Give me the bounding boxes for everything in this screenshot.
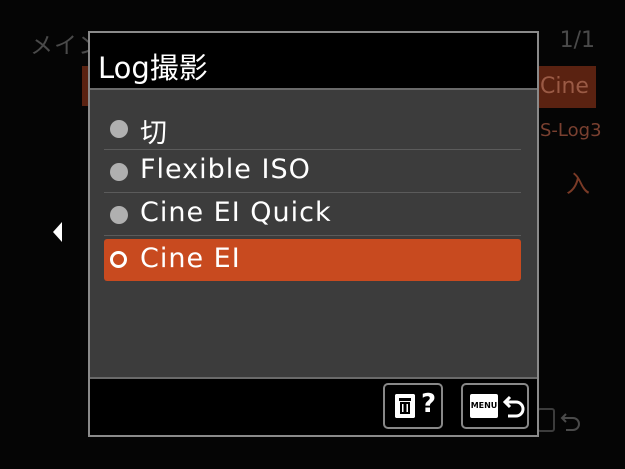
menu-badge-icon: MENU bbox=[470, 394, 498, 418]
menu-back-button[interactable]: MENU bbox=[461, 383, 529, 429]
background-row3-value: 入 bbox=[566, 170, 590, 198]
trash-icon bbox=[395, 394, 415, 418]
left-arrow-icon[interactable] bbox=[53, 222, 62, 242]
background-menu-icon bbox=[537, 408, 555, 432]
dialog-header: Log撮影 bbox=[90, 33, 537, 90]
option-label: Cine EI bbox=[140, 243, 241, 274]
log-shooting-dialog: Log撮影 切 Flexible ISO Cine EI Quick Cine … bbox=[88, 31, 539, 437]
help-icon: ? bbox=[421, 389, 437, 419]
page-indicator: 1/1 bbox=[559, 28, 595, 53]
dialog-title: Log撮影 bbox=[98, 51, 208, 85]
radio-selected-icon bbox=[110, 251, 127, 268]
option-cine-ei[interactable]: Cine EI bbox=[104, 239, 521, 281]
radio-icon bbox=[110, 206, 128, 224]
option-label: Cine EI Quick bbox=[140, 197, 332, 228]
background-row2-value: S-Log3 bbox=[540, 120, 602, 141]
background-return-icon bbox=[560, 413, 580, 431]
option-label: 切 bbox=[140, 118, 168, 149]
option-label: Flexible ISO bbox=[140, 154, 311, 185]
delete-help-button[interactable]: ? bbox=[383, 383, 443, 429]
radio-icon bbox=[110, 163, 128, 181]
option-cine-ei-quick[interactable]: Cine EI Quick bbox=[104, 193, 521, 236]
option-flexible-iso[interactable]: Flexible ISO bbox=[104, 150, 521, 193]
option-list: 切 Flexible ISO Cine EI Quick Cine EI bbox=[104, 107, 521, 281]
radio-icon bbox=[110, 120, 128, 138]
option-off[interactable]: 切 bbox=[104, 107, 521, 150]
return-icon bbox=[503, 395, 525, 418]
background-row1-value: Cine EI bbox=[536, 66, 596, 108]
dialog-footer: ? MENU bbox=[90, 377, 537, 435]
